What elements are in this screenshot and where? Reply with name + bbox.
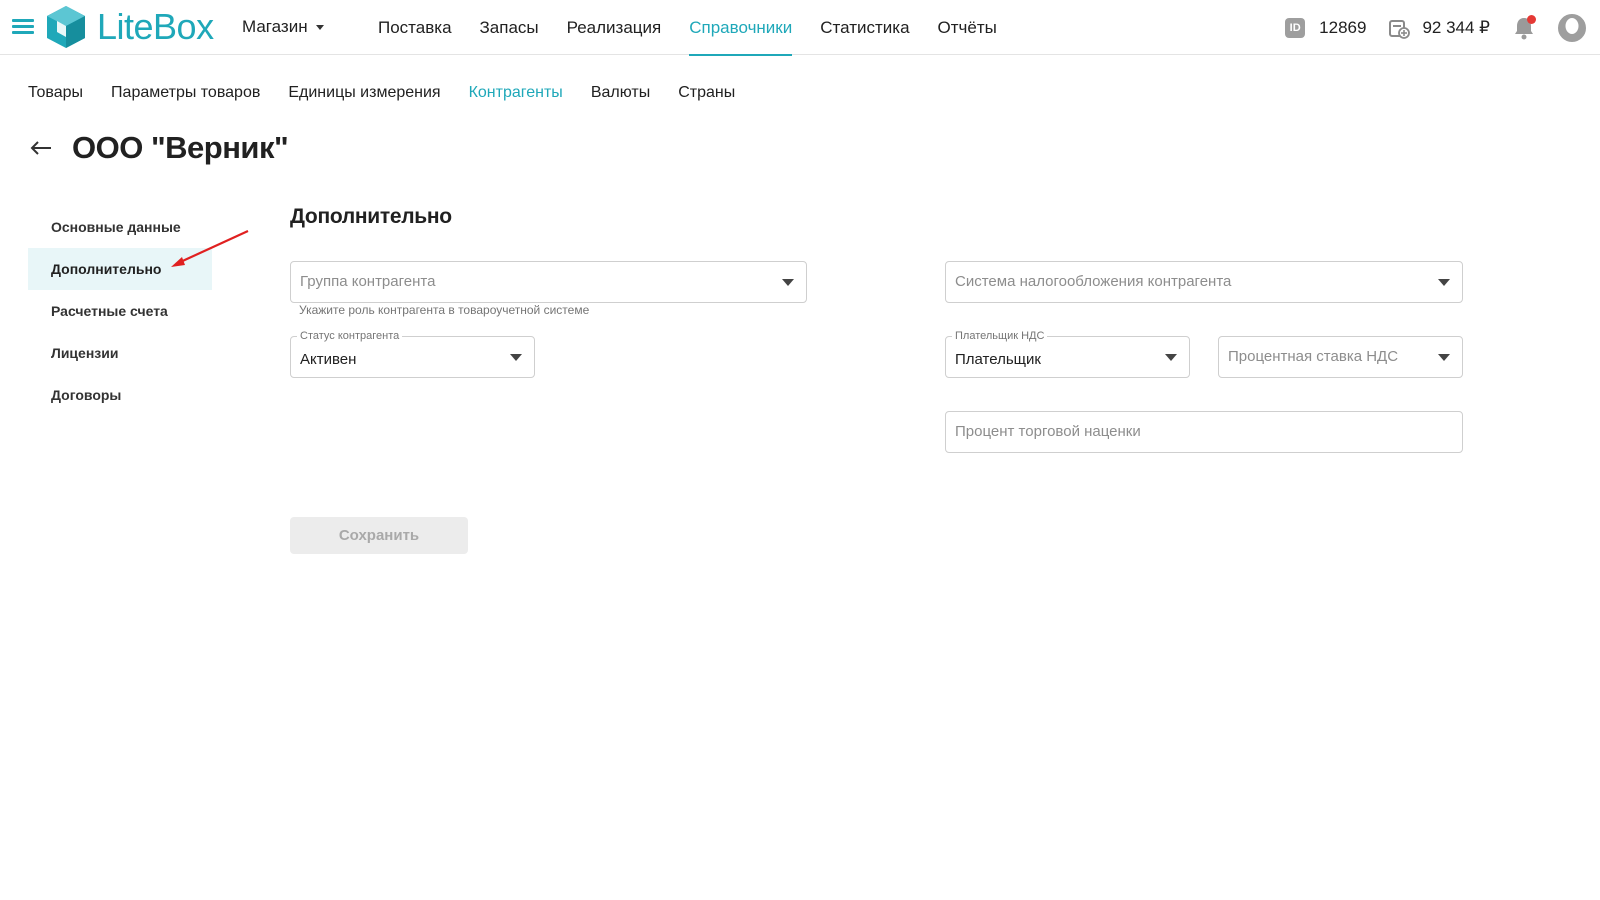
page-title: ООО "Верник"	[72, 130, 289, 165]
sub-nav-currencies[interactable]: Валюты	[591, 80, 650, 106]
back-arrow-icon[interactable]	[28, 135, 54, 161]
sub-nav-product-params[interactable]: Параметры товаров	[111, 80, 260, 106]
sub-nav-countries[interactable]: Страны	[678, 80, 735, 106]
notifications-bell-icon[interactable]	[1512, 14, 1536, 41]
counterparty-group-select[interactable]: Группа контрагента	[290, 261, 807, 303]
markup-percent-input[interactable]: Процент торговой наценки	[945, 411, 1463, 453]
section-item-main-data[interactable]: Основные данные	[28, 206, 212, 248]
sub-nav-units[interactable]: Единицы измерения	[288, 80, 440, 106]
dropdown-arrow-icon	[1438, 354, 1450, 361]
account-id: 12869	[1319, 17, 1367, 37]
header-right: ID 12869 92 344 ₽	[1285, 0, 1600, 55]
section-item-licenses[interactable]: Лицензии	[28, 332, 212, 374]
logo-text: LiteBox	[97, 6, 214, 47]
sub-nav: Товары Параметры товаров Единицы измерен…	[28, 80, 763, 106]
balance: 92 344 ₽	[1422, 17, 1490, 37]
user-avatar-icon[interactable]	[1558, 13, 1586, 42]
vat-rate-select[interactable]: Процентная ставка НДС	[1218, 336, 1463, 378]
hamburger-menu-icon[interactable]	[12, 19, 34, 35]
section-item-bank-accounts[interactable]: Расчетные счета	[28, 290, 212, 332]
counterparty-group-placeholder: Группа контрагента	[300, 273, 436, 290]
nav-item-sales[interactable]: Реализация	[553, 0, 676, 55]
vat-rate-placeholder: Процентная ставка НДС	[1228, 348, 1399, 365]
sub-nav-counterparties[interactable]: Контрагенты	[469, 80, 563, 106]
store-select-label: Магазин	[242, 17, 308, 36]
section-heading: Дополнительно	[290, 205, 452, 228]
nav-item-supply[interactable]: Поставка	[378, 0, 466, 55]
nav-item-reports[interactable]: Отчёты	[924, 0, 1011, 55]
save-button[interactable]: Сохранить	[290, 517, 468, 554]
nav-item-statistics[interactable]: Статистика	[806, 0, 923, 55]
logo[interactable]: LiteBox	[45, 4, 214, 50]
id-icon: ID	[1285, 17, 1306, 38]
section-item-contracts[interactable]: Договоры	[28, 374, 212, 416]
nav-item-stock[interactable]: Запасы	[466, 0, 553, 55]
markup-percent-placeholder: Процент торговой наценки	[955, 423, 1141, 440]
nav-item-directories[interactable]: Справочники	[675, 0, 806, 56]
store-select[interactable]: Магазин	[242, 17, 324, 37]
tax-system-select[interactable]: Система налогообложения контрагента	[945, 261, 1463, 303]
notification-dot	[1527, 14, 1536, 24]
wallet-add-icon[interactable]	[1388, 17, 1411, 39]
chevron-down-icon	[315, 24, 324, 30]
tax-system-placeholder: Система налогообложения контрагента	[955, 273, 1232, 290]
sub-nav-products[interactable]: Товары	[28, 80, 83, 106]
counterparty-status-label: Статус контрагента	[297, 329, 403, 343]
dropdown-arrow-icon	[1438, 279, 1450, 286]
vat-payer-label: Плательщик НДС	[952, 329, 1048, 343]
section-menu: Основные данные Дополнительно Расчетные …	[28, 206, 212, 416]
dropdown-arrow-icon	[1165, 354, 1177, 361]
vat-payer-value: Плательщик	[955, 351, 1041, 368]
counterparty-status-select[interactable]: Статус контрагента Активен	[290, 329, 535, 378]
litebox-cube-icon	[47, 6, 85, 48]
top-bar: LiteBox Магазин Поставка Запасы Реализац…	[0, 0, 1600, 56]
counterparty-group-helper: Укажите роль контрагента в товароучетной…	[299, 303, 590, 317]
main-nav: Поставка Запасы Реализация Справочники С…	[378, 0, 1011, 56]
dropdown-arrow-icon	[510, 354, 522, 361]
dropdown-arrow-icon	[782, 279, 794, 286]
counterparty-status-value: Активен	[300, 351, 357, 368]
vat-payer-select[interactable]: Плательщик НДС Плательщик	[945, 329, 1190, 378]
section-item-additional[interactable]: Дополнительно	[28, 248, 212, 290]
